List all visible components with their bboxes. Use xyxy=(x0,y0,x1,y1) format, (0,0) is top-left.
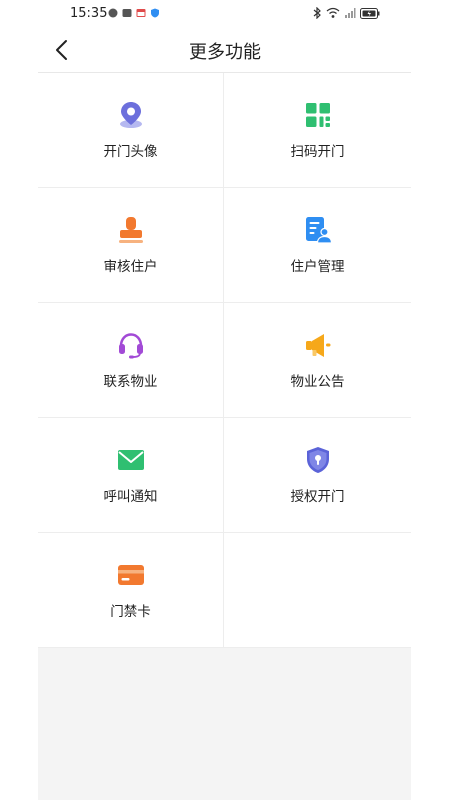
status-bar: 15:35 xyxy=(0,0,450,28)
menu-item-review-residents[interactable]: 审核住户 xyxy=(38,188,224,303)
notification-icons xyxy=(108,8,160,18)
app-notification-icon xyxy=(108,8,118,18)
menu-item-authorize-open[interactable]: 授权开门 xyxy=(224,418,411,533)
card-icon xyxy=(117,565,144,585)
feature-grid: 开门头像 扫码开门 审核住户 住户管理 联系物业 物业公告 呼叫通知 授权开门 … xyxy=(38,73,411,648)
menu-item-door-avatar[interactable]: 开门头像 xyxy=(38,73,224,188)
message-notification-icon xyxy=(122,9,132,17)
menu-item-label: 授权开门 xyxy=(290,489,345,505)
menu-item-call-notification[interactable]: 呼叫通知 xyxy=(38,418,224,533)
menu-item-label: 审核住户 xyxy=(103,259,158,275)
menu-item-property-announcement[interactable]: 物业公告 xyxy=(224,303,411,418)
stamp-icon xyxy=(118,217,143,243)
resident-card-icon xyxy=(305,217,332,244)
menu-item-label: 扫码开门 xyxy=(290,144,345,160)
qr-code-icon xyxy=(305,103,330,127)
menu-item-label: 呼叫通知 xyxy=(103,489,158,505)
signal-icon xyxy=(345,8,356,18)
menu-item-contact-property[interactable]: 联系物业 xyxy=(38,303,224,418)
headset-icon xyxy=(118,333,143,359)
header: 更多功能 xyxy=(0,28,450,72)
megaphone-icon xyxy=(305,334,330,357)
menu-item-access-card[interactable]: 门禁卡 xyxy=(38,533,224,648)
menu-item-resident-management[interactable]: 住户管理 xyxy=(224,188,411,303)
shield-notification-icon xyxy=(151,8,159,18)
bluetooth-icon xyxy=(313,7,321,19)
system-icons xyxy=(313,7,380,19)
status-time: 15:35 xyxy=(70,6,108,21)
empty-grid-cell xyxy=(224,533,411,648)
page-title: 更多功能 xyxy=(189,42,261,63)
menu-item-label: 住户管理 xyxy=(290,259,345,275)
menu-item-label: 门禁卡 xyxy=(110,604,151,620)
menu-item-label: 开门头像 xyxy=(103,144,158,160)
menu-item-label: 联系物业 xyxy=(103,374,158,390)
location-pin-icon xyxy=(119,102,142,128)
battery-icon xyxy=(360,7,380,19)
main-content: 开门头像 扫码开门 审核住户 住户管理 联系物业 物业公告 呼叫通知 授权开门 … xyxy=(38,72,411,800)
calendar-notification-icon xyxy=(136,9,146,17)
menu-item-scan-open[interactable]: 扫码开门 xyxy=(224,73,411,188)
envelope-icon xyxy=(117,450,144,470)
menu-item-label: 物业公告 xyxy=(290,374,345,390)
wifi-icon xyxy=(326,7,340,18)
shield-lock-icon xyxy=(306,447,329,473)
